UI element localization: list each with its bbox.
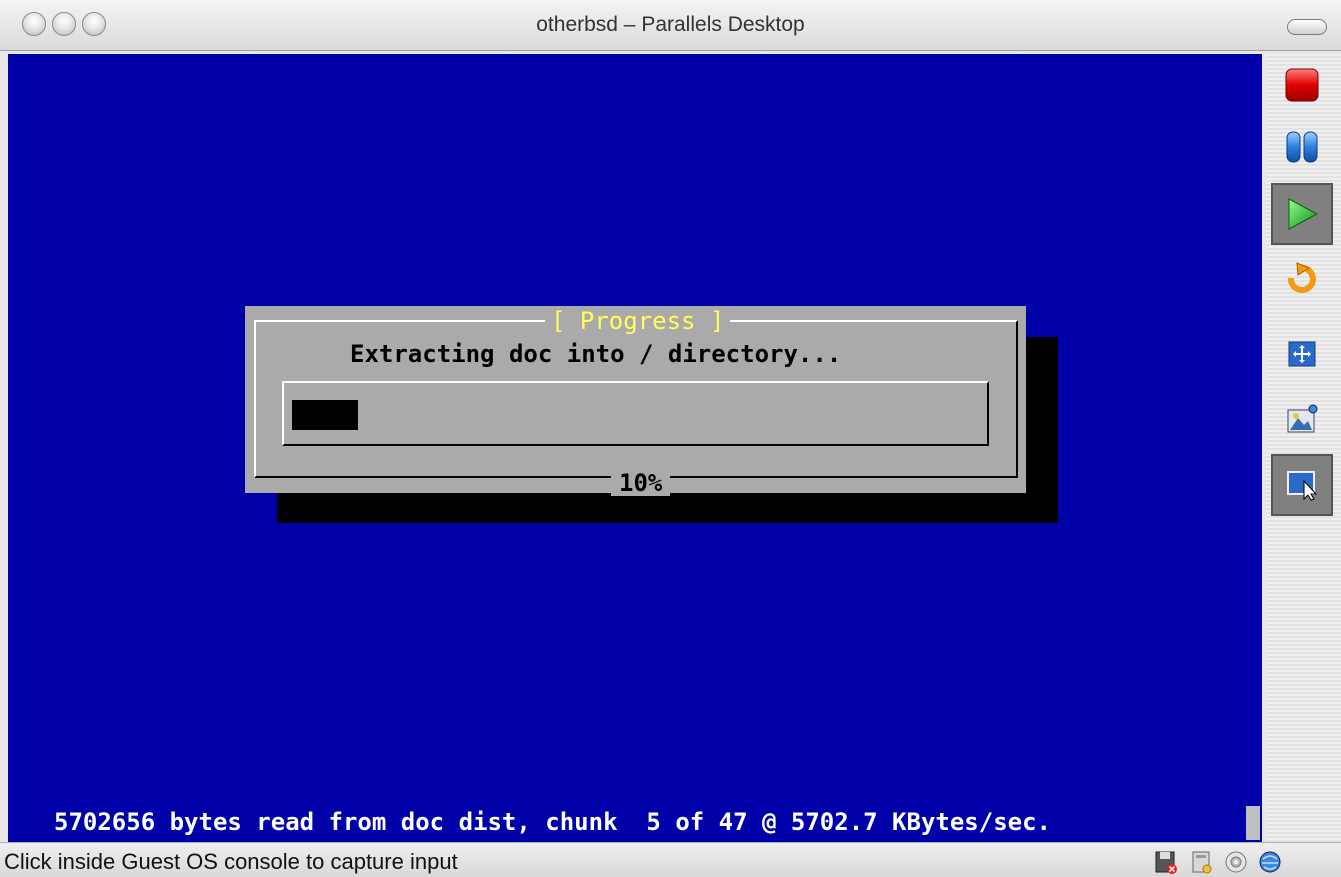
cdrom-icon[interactable] [1224, 850, 1248, 874]
progress-gauge-fill [292, 400, 358, 430]
console-scrollbar[interactable] [1246, 806, 1260, 840]
parallels-window: otherbsd – Parallels Desktop [ Progress … [0, 0, 1341, 877]
screenshot-icon [1287, 404, 1318, 433]
title-bar[interactable]: otherbsd – Parallels Desktop [0, 0, 1341, 51]
progress-gauge [282, 381, 989, 446]
fullscreen-button[interactable] [1271, 324, 1333, 386]
pause-button[interactable] [1271, 116, 1333, 178]
reset-button[interactable] [1271, 250, 1333, 312]
window-title: otherbsd – Parallels Desktop [536, 13, 805, 36]
dialog-message: Extracting doc into / directory... [350, 340, 842, 368]
floppy-icon[interactable] [1154, 850, 1178, 874]
pause-icon [1286, 131, 1318, 163]
hard-disk-icon[interactable] [1190, 850, 1214, 874]
status-bar: Click inside Guest OS console to capture… [0, 842, 1341, 877]
screenshot-button[interactable] [1271, 390, 1333, 452]
capture-input-icon [1287, 471, 1318, 501]
guest-console[interactable]: [ Progress ] Extracting doc into / direc… [8, 54, 1262, 842]
progress-dialog: [ Progress ] Extracting doc into / direc… [245, 306, 1026, 496]
status-message: Click inside Guest OS console to capture… [4, 849, 458, 874]
play-icon [1288, 198, 1319, 230]
start-button[interactable] [1271, 183, 1333, 245]
dialog-title: [ Progress ] [545, 308, 731, 334]
capture-input-button[interactable] [1271, 454, 1333, 516]
reset-icon [1287, 262, 1316, 293]
network-icon[interactable] [1258, 850, 1282, 874]
vm-control-toolbar [1266, 54, 1341, 842]
stop-button[interactable] [1271, 54, 1333, 116]
progress-percent-label: 10% [611, 470, 671, 496]
toolbar-toggle-button[interactable] [1287, 19, 1327, 35]
fullscreen-icon [1288, 341, 1316, 367]
stop-icon [1285, 68, 1319, 102]
console-status-line: 5702656 bytes read from doc dist, chunk … [54, 808, 1051, 836]
